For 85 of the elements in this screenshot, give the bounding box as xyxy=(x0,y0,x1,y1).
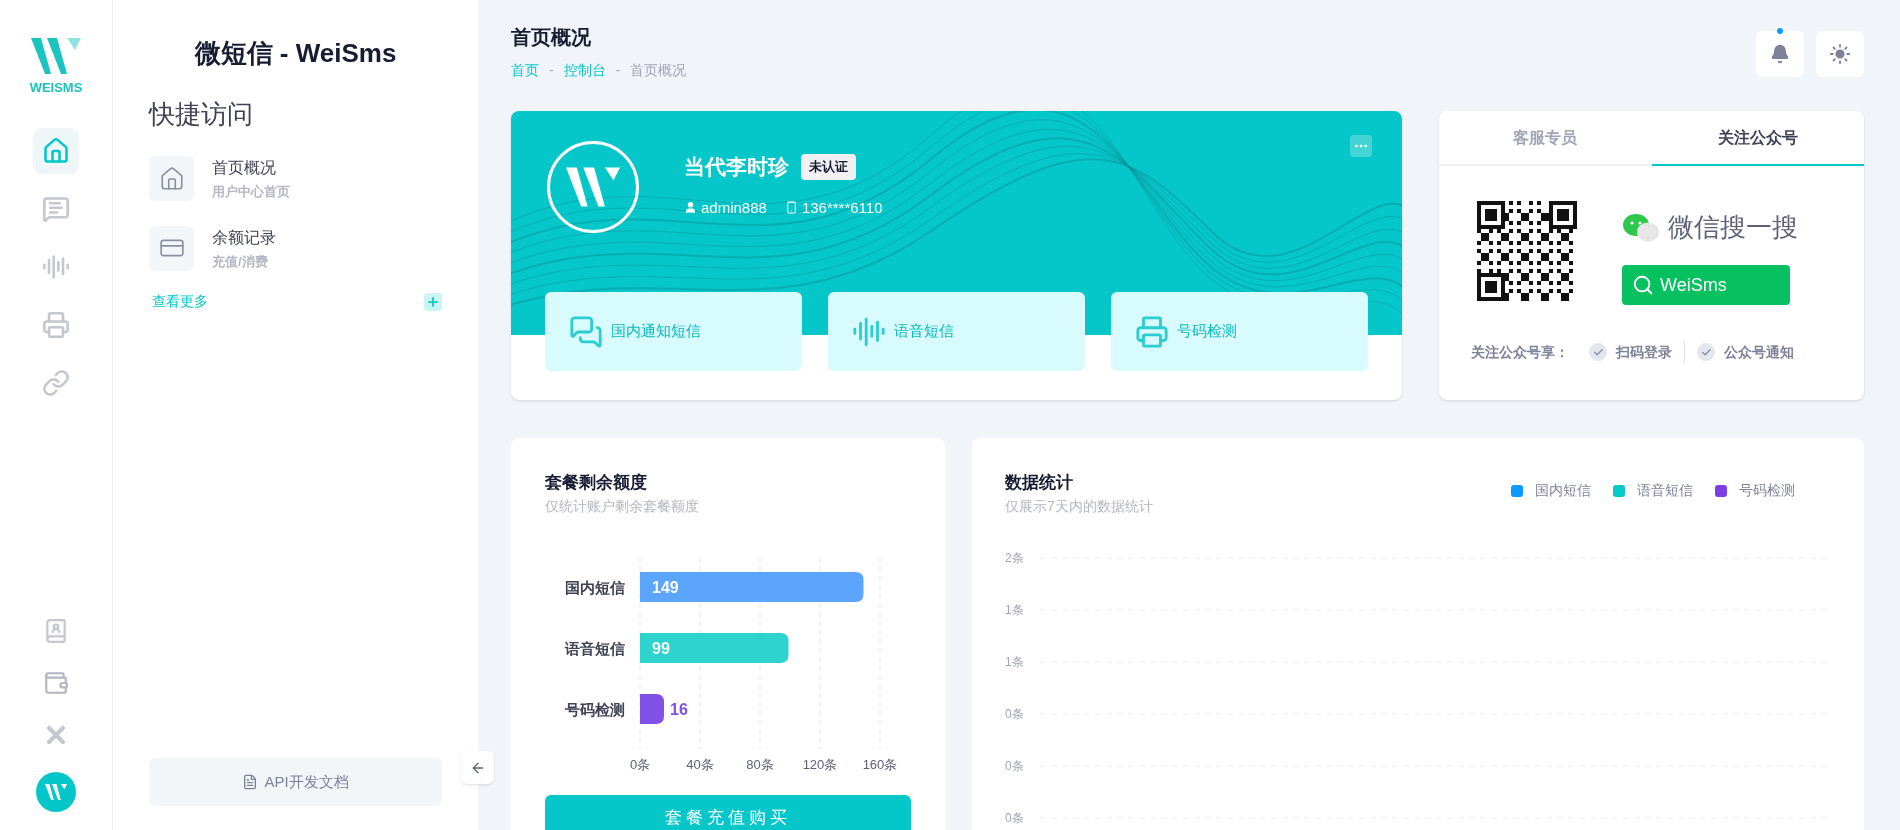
check-icon xyxy=(1697,343,1715,361)
shortcut-subtitle: 充值/消费 xyxy=(212,252,269,271)
wechat-icon xyxy=(1622,212,1660,243)
axis-tick-label: 40条 xyxy=(686,756,714,772)
phone-icon xyxy=(784,201,798,215)
purchase-button[interactable]: 套餐充值购买 xyxy=(545,794,911,830)
wechat-search-button[interactable]: WeiSms xyxy=(1622,265,1790,305)
service-button[interactable]: 号码检测 xyxy=(1111,292,1368,371)
username: admin888 xyxy=(701,197,767,218)
avatar[interactable] xyxy=(36,772,76,812)
axis-tick-label: 1条 xyxy=(1005,602,1024,617)
more-button[interactable] xyxy=(1350,135,1372,157)
shortcut-icon-tile[interactable] xyxy=(149,225,194,271)
axis-tick-label: 0条 xyxy=(629,756,651,772)
nav-button[interactable] xyxy=(33,127,79,174)
breadcrumb-link[interactable]: 控制台 xyxy=(563,60,606,81)
service-button[interactable]: 语音短信 xyxy=(828,292,1085,371)
axis-tick-label: 120条 xyxy=(802,756,838,772)
axis-tick-label: 80条 xyxy=(746,756,774,772)
breadcrumb-separator: - xyxy=(615,61,621,80)
section-title: 快捷访问 xyxy=(149,98,254,131)
axis-tick-label: 2条 xyxy=(1005,550,1024,565)
legend-label[interactable]: 号码检测 xyxy=(1739,480,1795,501)
axis-tick-label: 0条 xyxy=(1005,758,1024,773)
phone-number: 136****6110 xyxy=(801,197,883,218)
card-title: 套餐剩余额度 xyxy=(545,472,648,494)
card-subtitle: 仅统计账户剩余套餐额度 xyxy=(545,496,700,516)
search-icon xyxy=(1632,274,1654,296)
category-label: 国内短信 xyxy=(565,578,625,596)
user-name: 当代李时珍 xyxy=(684,154,789,180)
user-icon xyxy=(684,201,697,215)
bar xyxy=(640,693,664,724)
contacts-icon xyxy=(43,618,69,644)
legend-label[interactable]: 国内短信 xyxy=(1535,480,1591,501)
logo-text: WEISMS xyxy=(29,79,83,97)
axis-tick-label: 160条 xyxy=(862,756,898,772)
benefit-label: 公众号通知 xyxy=(1724,342,1794,362)
add-button[interactable] xyxy=(424,292,442,311)
legend-label[interactable]: 语音短信 xyxy=(1637,480,1693,501)
panel-title: 微短信 - WeiSms xyxy=(193,37,398,70)
more-link[interactable]: 查看更多 xyxy=(152,291,208,312)
shortcut-subtitle: 用户中心首页 xyxy=(212,183,290,201)
wallet-icon xyxy=(43,670,69,696)
page-title: 首页概况 xyxy=(511,25,592,50)
bar-value-label: 149 xyxy=(652,578,679,596)
category-label: 语音短信 xyxy=(565,639,625,657)
category-label: 号码检测 xyxy=(565,700,625,718)
tab[interactable]: 关注公众号 xyxy=(1651,111,1864,166)
card-title: 数据统计 xyxy=(1005,472,1074,494)
home-icon xyxy=(158,165,185,192)
benefits-label: 关注公众号享： xyxy=(1471,342,1569,362)
card-subtitle: 仅展示7天内的数据统计 xyxy=(1005,496,1153,516)
axis-tick-label: 1条 xyxy=(1005,654,1024,669)
axis-tick-label: 0条 xyxy=(1005,706,1024,721)
status-badge: 未认证 xyxy=(801,154,856,180)
shortcut-icon-tile[interactable] xyxy=(149,156,194,202)
tab[interactable]: 客服专员 xyxy=(1439,111,1652,166)
breadcrumb-link[interactable]: 首页概况 xyxy=(630,60,687,81)
check-icon xyxy=(1589,343,1607,361)
printer-icon xyxy=(1135,314,1169,349)
chat-icon xyxy=(569,314,603,349)
collapse-button[interactable] xyxy=(461,751,494,784)
home-icon xyxy=(42,136,70,165)
shortcut-title[interactable]: 首页概况 xyxy=(212,156,290,180)
notification-button[interactable] xyxy=(1756,31,1804,77)
bell-icon xyxy=(1770,44,1790,64)
plus-icon xyxy=(426,294,440,309)
breadcrumb-separator: - xyxy=(549,61,554,80)
sun-icon xyxy=(1829,43,1851,65)
axis-tick-label: 0条 xyxy=(1005,810,1024,825)
chat-icon xyxy=(42,194,70,223)
wechat-search-title: 微信搜一搜 xyxy=(1668,211,1798,244)
benefit-label: 扫码登录 xyxy=(1616,342,1672,362)
breadcrumb-link[interactable]: 首页 xyxy=(511,60,539,81)
theme-button[interactable] xyxy=(1816,31,1864,77)
bar-value-label: 99 xyxy=(652,639,670,657)
audio-icon xyxy=(42,252,70,281)
shortcut-title[interactable]: 余额记录 xyxy=(212,225,276,250)
link-icon xyxy=(42,368,70,397)
document-icon xyxy=(242,774,259,790)
api-docs-button[interactable]: API开发文档 xyxy=(149,758,442,806)
logo-icon xyxy=(31,36,81,76)
bar-value-label: 16 xyxy=(670,700,688,718)
printer-icon xyxy=(42,310,70,339)
service-button[interactable]: 国内通知短信 xyxy=(545,292,802,371)
